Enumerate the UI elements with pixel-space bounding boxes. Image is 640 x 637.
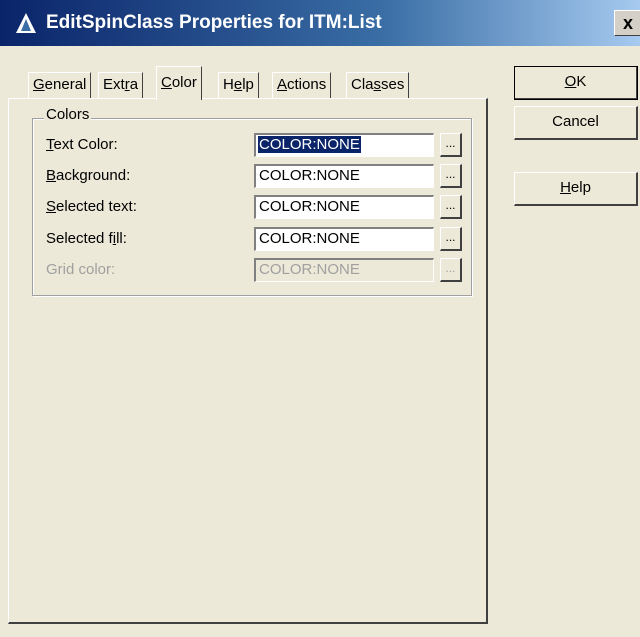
grid-color-browse-button: ...	[440, 258, 462, 282]
background-label: Background:	[46, 167, 131, 184]
background-field[interactable]: COLOR:NONE	[254, 164, 434, 188]
selected-text-field[interactable]: COLOR:NONE	[254, 195, 434, 219]
tab-general[interactable]: General	[28, 72, 92, 98]
tab-actions[interactable]: Actions	[272, 72, 332, 98]
dialog-window: EditSpinClass Properties for ITM:List x …	[0, 0, 640, 637]
selected-fill-browse-button[interactable]: ...	[440, 227, 462, 251]
ok-button[interactable]: OK	[514, 66, 638, 100]
grid-color-label: Grid color:	[46, 261, 116, 278]
selected-fill-field[interactable]: COLOR:NONE	[254, 227, 434, 251]
window-title: EditSpinClass Properties for ITM:List	[46, 12, 382, 33]
text-color-label: Text Color:	[46, 136, 118, 153]
tab-extra[interactable]: Extra	[98, 72, 144, 98]
grid-color-field: COLOR:NONE	[254, 258, 434, 282]
text-color-field[interactable]: COLOR:NONE	[254, 133, 434, 157]
tab-classes[interactable]: Classes	[346, 72, 410, 98]
background-browse-button[interactable]: ...	[440, 164, 462, 188]
cancel-button[interactable]: Cancel	[514, 106, 638, 140]
tab-color[interactable]: Color	[156, 66, 202, 100]
app-logo-icon	[16, 13, 36, 33]
colors-group-title: Colors	[44, 106, 92, 123]
selected-text-label: Selected text:	[46, 198, 137, 215]
help-button[interactable]: Help	[514, 172, 638, 206]
title-bar[interactable]: EditSpinClass Properties for ITM:List x	[0, 0, 640, 46]
selected-fill-label: Selected fill:	[46, 230, 127, 247]
tab-help[interactable]: Help	[218, 72, 259, 98]
selected-text-browse-button[interactable]: ...	[440, 195, 462, 219]
text-color-browse-button[interactable]: ...	[440, 133, 462, 157]
close-icon: x	[623, 13, 634, 33]
close-button[interactable]: x	[614, 10, 640, 36]
